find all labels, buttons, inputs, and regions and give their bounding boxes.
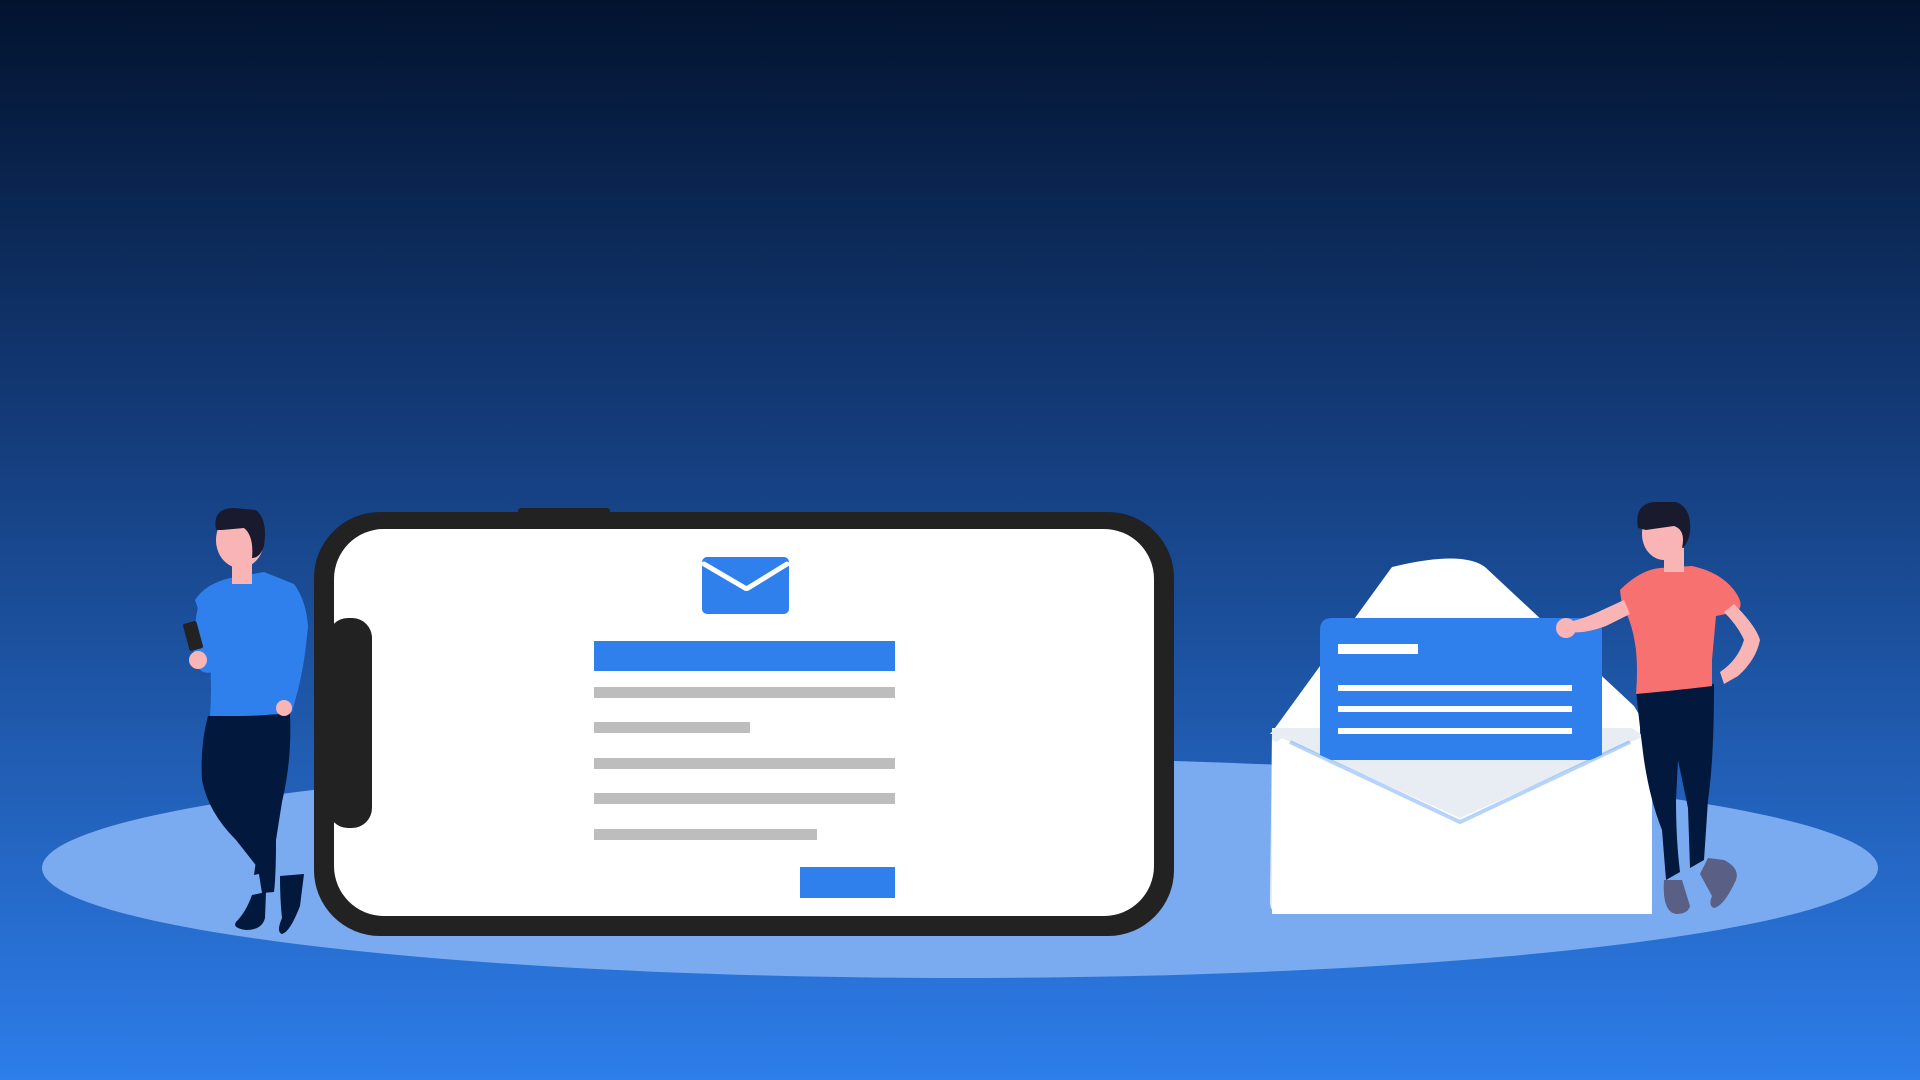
email-marketing-illustration (0, 0, 1920, 1080)
person-left-hand (189, 651, 207, 669)
letter-line (1338, 706, 1572, 712)
person-left-hand (276, 700, 292, 716)
illustration-canvas (0, 0, 1920, 1080)
letter-line (1338, 685, 1572, 691)
phone (314, 508, 1174, 936)
email-text-line (594, 758, 895, 769)
letter-line (1338, 644, 1418, 654)
envelope-icon (701, 557, 790, 614)
email-text-line (594, 829, 817, 840)
envelope-letter (1320, 618, 1602, 760)
email-action-button[interactable] (800, 867, 895, 898)
phone-notch (328, 618, 372, 828)
email-text-line (594, 722, 750, 733)
email-heading-bar (594, 641, 895, 671)
letter-line (1338, 728, 1572, 734)
email-text-line (594, 793, 895, 804)
email-text-line (594, 687, 895, 698)
